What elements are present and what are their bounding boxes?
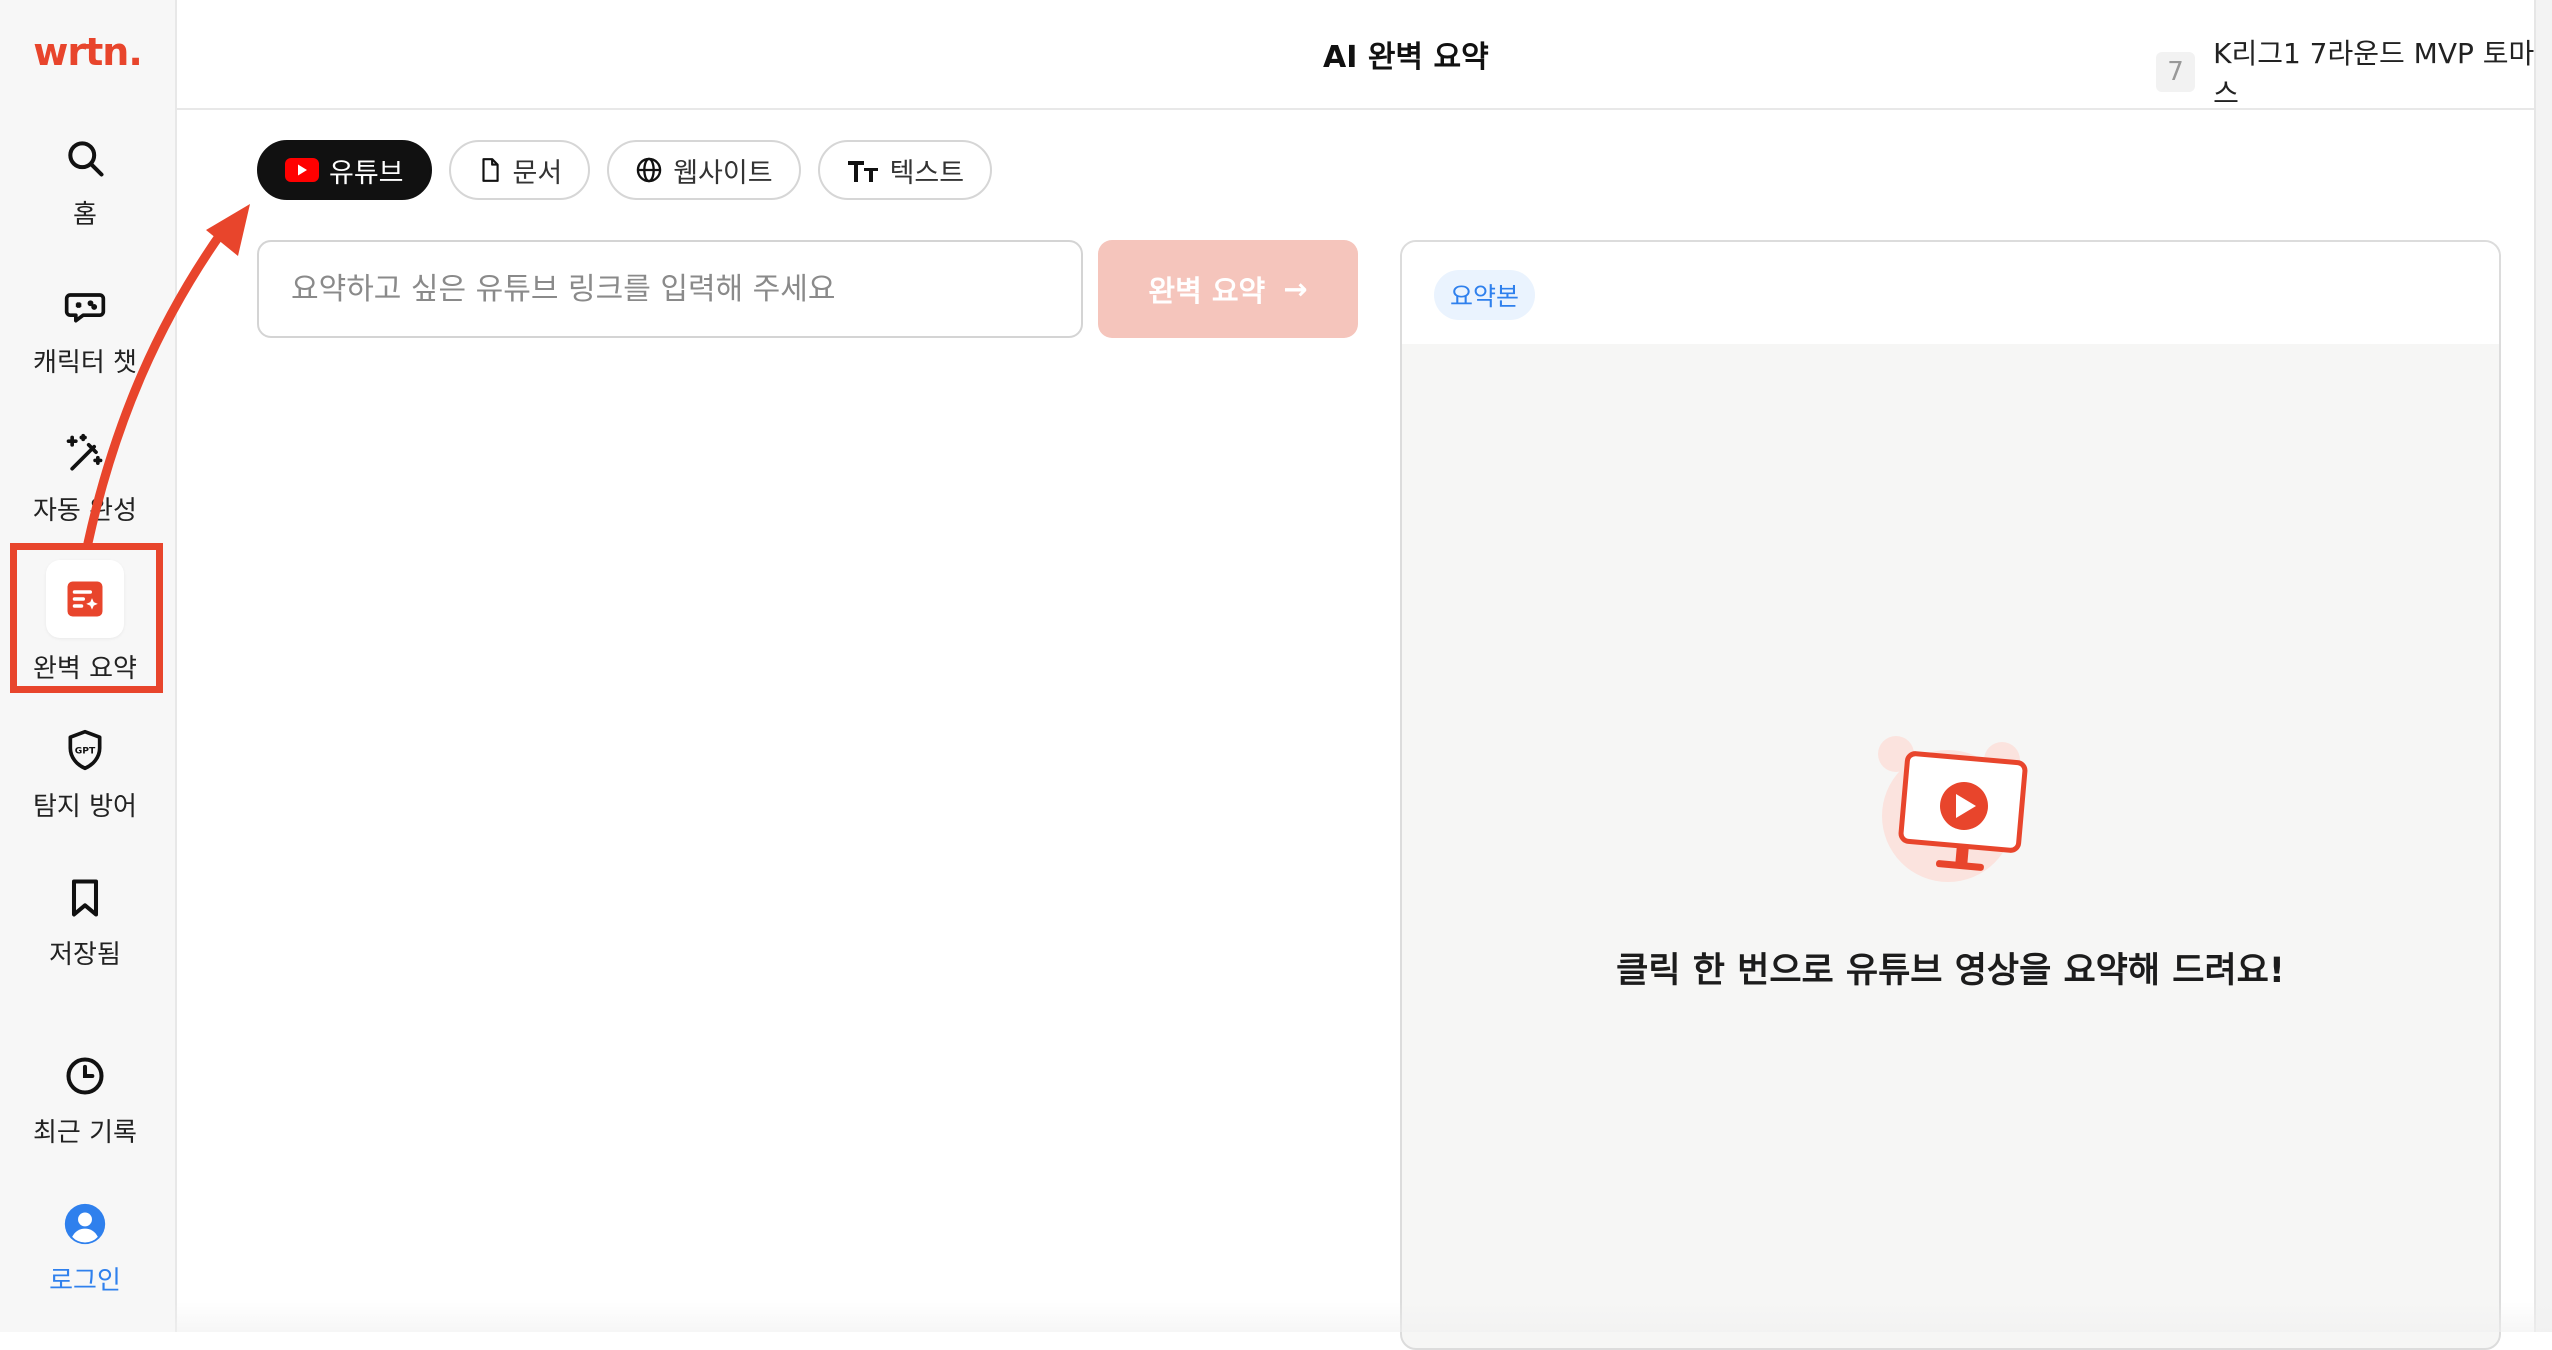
arrow-right-icon: → <box>1283 272 1308 306</box>
bookmark-icon <box>71 879 99 917</box>
tab-label: 유튜브 <box>329 157 404 189</box>
sidebar-item-character-chat[interactable]: 캐릭터 챗 <box>0 274 170 404</box>
search-icon <box>68 141 104 177</box>
tab-label: 웹사이트 <box>673 157 773 189</box>
tab-youtube[interactable]: 유튜브 <box>257 140 432 200</box>
svg-text:GPT: GPT <box>75 745 96 756</box>
trending-rank: 7 <box>2156 52 2196 92</box>
sidebar-item-label: 탐지 방어 <box>33 792 137 822</box>
sidebar-item-autocomplete[interactable]: 자동 완성 <box>0 422 170 552</box>
sidebar-item-summary[interactable]: 완벽 요약 <box>0 560 170 690</box>
summary-panel-header: 요약본 <box>1402 242 2499 344</box>
sidebar-item-saved[interactable]: 저장됨 <box>0 866 170 996</box>
summary-badge: 요약본 <box>1434 270 1536 320</box>
sidebar: wrtn. 홈 캐릭터 챗 자동 완성 완벽 요약 GPT 탐지 방어 저장됨 … <box>0 0 177 1332</box>
magic-wand-icon <box>66 433 103 471</box>
tab-document[interactable]: 문서 <box>448 140 591 200</box>
tab-text[interactable]: 텍스트 <box>817 140 993 200</box>
sidebar-item-label: 홈 <box>73 200 97 230</box>
youtube-url-input[interactable] <box>257 240 1083 338</box>
sidebar-item-label: 자동 완성 <box>33 496 137 526</box>
sidebar-item-label: 캐릭터 챗 <box>33 348 137 378</box>
window-scrollbar[interactable] <box>2534 0 2552 1332</box>
gpt-shield-icon: GPT <box>68 729 102 771</box>
tab-label: 문서 <box>512 157 563 189</box>
user-avatar-icon <box>64 1203 106 1245</box>
tab-website[interactable]: 웹사이트 <box>607 140 801 200</box>
sidebar-item-home[interactable]: 홈 <box>0 126 170 256</box>
summary-doc-icon <box>67 581 103 617</box>
sidebar-item-history[interactable]: 최근 기록 <box>0 1044 170 1174</box>
trending-ticker[interactable]: 7 K리그1 7라운드 MVP 토마스 <box>2156 32 2552 112</box>
text-icon <box>847 161 878 182</box>
top-header: AI 완벽 요약 7 K리그1 7라운드 MVP 토마스 <box>177 0 2552 110</box>
summary-result-panel: 요약본 클릭 한 번으로 유튜브 영상을 요약해 드려요! <box>1400 240 2501 1350</box>
tab-label: 텍스트 <box>889 157 965 189</box>
document-icon <box>481 158 499 182</box>
youtube-icon <box>285 158 319 182</box>
gamepad-chat-icon <box>64 293 106 323</box>
summary-icon-tile <box>46 560 124 638</box>
video-monitor-illustration-icon <box>1878 736 2028 882</box>
sidebar-item-label: 저장됨 <box>49 940 121 970</box>
page-title: AI 완벽 요약 <box>1323 40 1489 75</box>
sidebar-item-label: 로그인 <box>49 1266 121 1296</box>
summarize-button[interactable]: 완벽 요약 → <box>1098 240 1358 338</box>
wrtn-logo[interactable]: wrtn. <box>0 30 175 74</box>
source-tabs: 유튜브 문서 웹사이트 텍스트 <box>257 140 993 200</box>
sidebar-item-label: 최근 기록 <box>33 1118 137 1148</box>
sidebar-item-label: 완벽 요약 <box>33 654 137 684</box>
sidebar-item-detect-defense[interactable]: GPT 탐지 방어 <box>0 718 170 848</box>
clock-icon <box>66 1057 104 1095</box>
globe-icon <box>636 157 662 183</box>
trending-keyword[interactable]: K리그1 7라운드 MVP 토마스 <box>2213 32 2552 112</box>
summarize-button-label: 완벽 요약 <box>1148 274 1266 308</box>
sidebar-item-login[interactable]: 로그인 <box>0 1192 170 1322</box>
empty-state-message: 클릭 한 번으로 유튜브 영상을 요약해 드려요! <box>1616 951 2285 991</box>
